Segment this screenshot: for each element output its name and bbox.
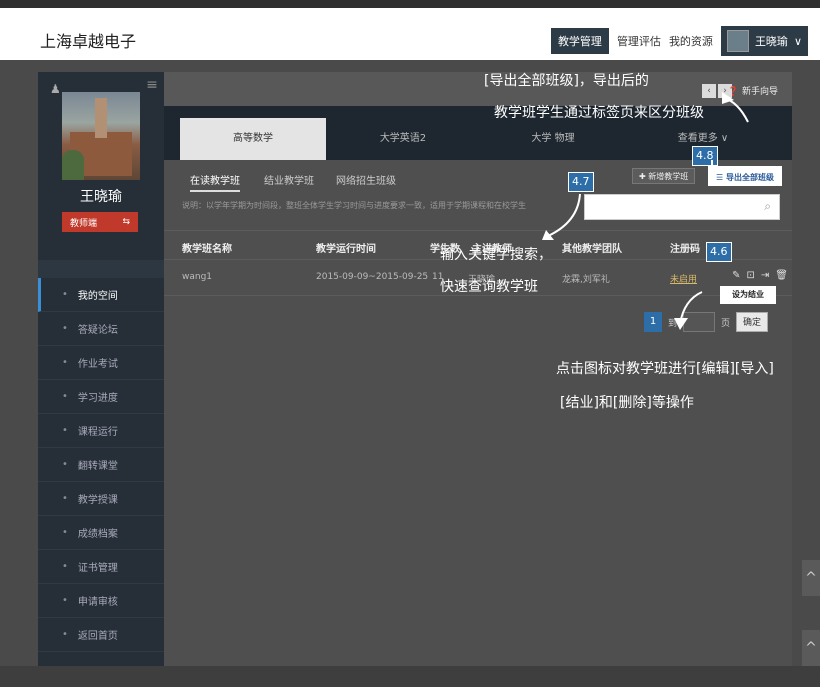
role-switch-button[interactable]: 教师端 ⇆ bbox=[62, 212, 138, 232]
plus-icon: ✚ bbox=[639, 172, 646, 181]
bullet-icon: • bbox=[62, 357, 68, 368]
page-current[interactable]: 1 bbox=[644, 312, 662, 332]
search-icon[interactable]: ⌕ bbox=[764, 199, 771, 214]
arrow-left-icon[interactable]: ‹ bbox=[702, 84, 716, 98]
sidebar-menu: • 我的空间 • 答疑论坛 • 作业考试 • 学习进度 • 课程运行 • 翻转课堂 • 教学授… bbox=[38, 278, 164, 652]
bullet-icon: • bbox=[62, 425, 68, 436]
pagination: 1 到 页 确定 bbox=[644, 312, 769, 332]
help-icon: ❓ bbox=[727, 87, 740, 97]
bullet-icon: • bbox=[62, 527, 68, 538]
list-icon: ☰ bbox=[716, 173, 724, 182]
page-to-label: 到 bbox=[668, 318, 678, 329]
annotation-badge-4-7: 4.7 bbox=[568, 172, 594, 192]
annotation-badge-4-8: 4.8 bbox=[692, 146, 718, 166]
user-avatar bbox=[726, 30, 749, 52]
annotation-export-line2: 教学班学生通过标签页来区分班级 bbox=[494, 105, 704, 121]
row-actions: ✎ ⊡ ⇥ 🗑 bbox=[732, 270, 788, 281]
annotation-badge-4-6: 4.6 bbox=[706, 242, 732, 262]
sidebar-item-my-space[interactable]: • 我的空间 bbox=[38, 278, 164, 312]
scroll-top-button[interactable]: ^ bbox=[802, 630, 820, 666]
bullet-icon: • bbox=[62, 629, 68, 640]
guide-button[interactable]: ❓ 新手向导 bbox=[728, 84, 778, 97]
tab-english-2[interactable]: 大学英语2 bbox=[330, 118, 476, 160]
main-toolbar: ‹ › ❓ 新手向导 bbox=[164, 72, 792, 106]
menu-icon[interactable]: ≡ bbox=[144, 76, 160, 94]
sidebar-item-progress[interactable]: • 学习进度 bbox=[38, 380, 164, 414]
user-name: 王晓瑜 bbox=[754, 35, 788, 48]
annotation-search-line1: 输入关键字搜索， bbox=[440, 247, 552, 263]
sidebar-item-teaching[interactable]: • 教学授课 bbox=[38, 482, 164, 516]
bullet-icon: • bbox=[62, 391, 68, 402]
sidebar-item-review[interactable]: • 申请审核 bbox=[38, 584, 164, 618]
col-class-name: 教学班名称 bbox=[182, 244, 232, 255]
bullet-icon: • bbox=[62, 289, 68, 300]
top-header: 上海卓越电子 教学管理 管理评估 我的资源 王晓瑜 ∨ bbox=[0, 0, 820, 60]
search-input[interactable]: ⌕ bbox=[584, 194, 780, 220]
finish-icon[interactable]: ⇥ bbox=[761, 270, 769, 281]
import-icon[interactable]: ⊡ bbox=[747, 270, 755, 281]
bullet-icon: • bbox=[62, 595, 68, 606]
tab-finished-classes[interactable]: 结业教学班 bbox=[264, 172, 314, 187]
export-all-button[interactable]: ☰ 导出全部班级 bbox=[708, 166, 782, 186]
delete-icon[interactable]: 🗑 bbox=[775, 270, 788, 281]
bullet-icon: • bbox=[62, 493, 68, 504]
sidebar-item-certificates[interactable]: • 证书管理 bbox=[38, 550, 164, 584]
info-note: 说明：以学年学期为时间段，整班全体学生学习时间与进度要求一致，适用于学期课程和在… bbox=[182, 201, 526, 210]
scroll-up-button[interactable]: ^ bbox=[802, 560, 820, 596]
profile-photo bbox=[62, 92, 140, 180]
bullet-icon: • bbox=[62, 459, 68, 470]
nav-teaching-management[interactable]: 教学管理 bbox=[550, 28, 609, 54]
bottom-bar bbox=[0, 666, 820, 687]
chevron-down-icon: ∨ bbox=[793, 34, 802, 48]
tab-advanced-math[interactable]: 高等数学 bbox=[180, 118, 326, 160]
cell-team: 龙霖,刘军礼 bbox=[562, 275, 610, 285]
tab-active-classes[interactable]: 在读教学班 bbox=[190, 172, 240, 192]
sidebar-item-grades[interactable]: • 成绩档案 bbox=[38, 516, 164, 550]
col-team: 其他教学团队 bbox=[562, 244, 622, 255]
switch-icon: ⇆ bbox=[122, 217, 130, 227]
annotation-actions-line1: 点击图标对教学班进行[编辑][导入] bbox=[556, 361, 774, 377]
chevron-down-icon: ∨ bbox=[720, 133, 729, 144]
cell-code-link[interactable]: 未启用 bbox=[670, 272, 697, 285]
finish-tooltip: 设为结业 bbox=[720, 286, 776, 304]
col-period: 教学运行时间 bbox=[316, 244, 376, 255]
col-code: 注册码 bbox=[670, 244, 700, 255]
annotation-export-line1: [导出全部班级]，导出后的 bbox=[484, 73, 649, 89]
nav-management-evaluation[interactable]: 管理评估 bbox=[617, 33, 661, 49]
page-go-button[interactable]: 确定 bbox=[736, 312, 769, 332]
role-label: 教师端 bbox=[70, 218, 98, 229]
cell-period: 2015-09-09~2015-09-25 bbox=[316, 272, 429, 282]
sidebar-item-homework[interactable]: • 作业考试 bbox=[38, 346, 164, 380]
sidebar-item-forum[interactable]: • 答疑论坛 bbox=[38, 312, 164, 346]
user-menu-button[interactable]: 王晓瑜 ∨ bbox=[720, 26, 808, 56]
tab-physics[interactable]: 大学 物理 bbox=[480, 118, 626, 160]
top-nav: 教学管理 管理评估 我的资源 王晓瑜 ∨ bbox=[550, 26, 808, 56]
page-number-input[interactable] bbox=[683, 312, 716, 332]
nav-my-resources[interactable]: 我的资源 bbox=[669, 33, 713, 49]
new-class-button[interactable]: ✚ 新增教学班 bbox=[632, 168, 696, 184]
edit-icon[interactable]: ✎ bbox=[732, 270, 740, 281]
page-unit-label: 页 bbox=[721, 318, 731, 329]
tab-online-classes[interactable]: 网络招生班级 bbox=[336, 172, 396, 187]
annotation-search-line2: 快速查询教学班 bbox=[440, 279, 538, 295]
sidebar-item-home[interactable]: • 返回首页 bbox=[38, 618, 164, 652]
sidebar: ♟ ≡ 王晓瑜 教师端 ⇆ • 我的空间 • 答疑论坛 • 作业考试 • 学习进度 • 课… bbox=[38, 72, 164, 666]
annotation-actions-line2: [结业]和[删除]等操作 bbox=[560, 395, 694, 411]
brand-title: 上海卓越电子 bbox=[40, 32, 137, 51]
profile-name: 王晓瑜 bbox=[80, 189, 122, 205]
cell-class-name: wang1 bbox=[182, 272, 213, 282]
sidebar-item-course-run[interactable]: • 课程运行 bbox=[38, 414, 164, 448]
bullet-icon: • bbox=[62, 323, 68, 334]
sidebar-divider bbox=[38, 260, 164, 278]
bullet-icon: • bbox=[62, 561, 68, 572]
sidebar-item-flipped-class[interactable]: • 翻转课堂 bbox=[38, 448, 164, 482]
